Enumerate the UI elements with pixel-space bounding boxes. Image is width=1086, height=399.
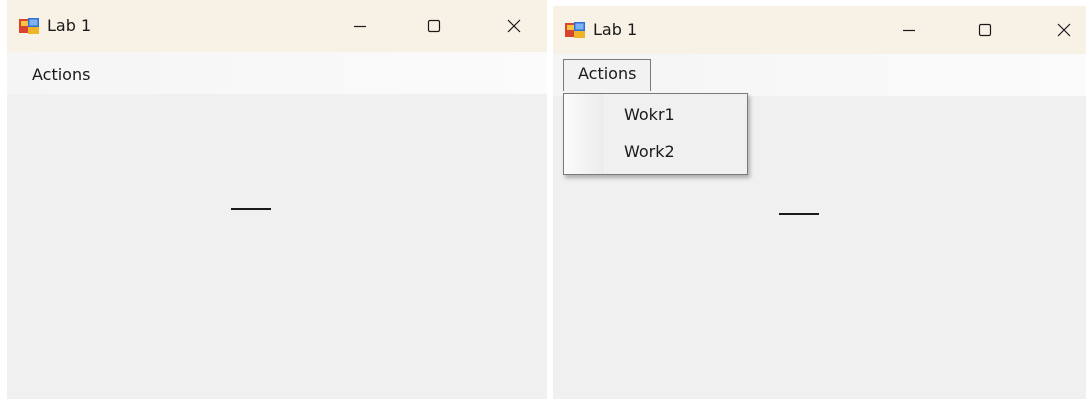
- menu-actions-open[interactable]: Actions: [563, 59, 652, 91]
- close-button[interactable]: [1041, 14, 1086, 46]
- maximize-button[interactable]: [962, 14, 1008, 46]
- actions-dropdown-menu: Wokr1 Work2: [563, 93, 748, 175]
- close-icon: [1057, 23, 1071, 37]
- minimize-icon: [354, 25, 366, 28]
- menu-actions[interactable]: Actions: [17, 60, 105, 91]
- minimize-icon: [903, 29, 915, 32]
- window-title: Lab 1: [47, 16, 92, 35]
- form-window-closed-menu: Lab 1 Actions: [7, 0, 547, 399]
- app-icon[interactable]: [19, 18, 39, 34]
- title-bar[interactable]: Lab 1: [7, 0, 547, 52]
- maximize-button[interactable]: [411, 10, 457, 42]
- minimize-button[interactable]: [337, 10, 383, 42]
- app-icon[interactable]: [565, 22, 585, 38]
- maximize-icon: [978, 23, 992, 37]
- title-bar[interactable]: Lab 1: [553, 6, 1086, 54]
- menu-strip: Actions: [7, 52, 547, 94]
- close-icon: [507, 19, 521, 33]
- label-underscore: [779, 213, 819, 215]
- maximize-icon: [427, 19, 441, 33]
- form-window-open-menu: Lab 1 Actions Wokr1 Work2: [553, 6, 1086, 399]
- dropdown-image-margin: [564, 94, 604, 174]
- menu-item-wokr1[interactable]: Wokr1: [624, 105, 675, 125]
- label-underscore: [231, 208, 271, 210]
- close-button[interactable]: [491, 10, 537, 42]
- menu-strip: Actions: [553, 54, 1086, 96]
- screenshot-stage: Lab 1 Actions Lab 1 Actions Wokr1 Work2: [0, 0, 1086, 399]
- window-title: Lab 1: [593, 20, 638, 39]
- menu-item-work2[interactable]: Work2: [624, 142, 675, 162]
- minimize-button[interactable]: [886, 14, 932, 46]
- form-client-area: [7, 94, 547, 399]
